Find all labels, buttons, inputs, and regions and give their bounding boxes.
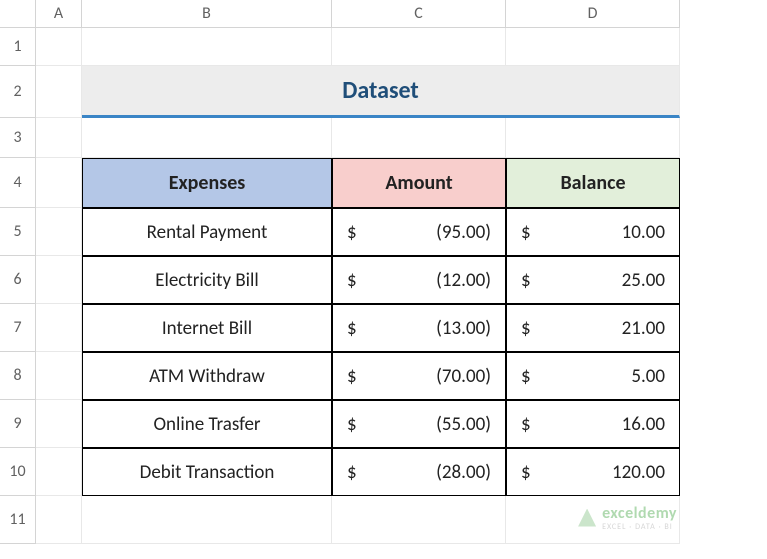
expense-1[interactable]: Electricity Bill <box>82 256 332 304</box>
corner-cell[interactable] <box>0 0 36 28</box>
expense-2[interactable]: Internet Bill <box>82 304 332 352</box>
row-header-9[interactable]: 9 <box>0 400 36 448</box>
amount-2[interactable]: $ (13.00) <box>332 304 506 352</box>
row-header-10[interactable]: 10 <box>0 448 36 496</box>
cell-D3[interactable] <box>506 118 680 158</box>
cell-A1[interactable] <box>36 28 82 66</box>
header-amount[interactable]: Amount <box>332 158 506 208</box>
dataset-title[interactable]: Dataset <box>82 66 680 118</box>
amount-value: (95.00) <box>436 221 491 244</box>
row-header-6[interactable]: 6 <box>0 256 36 304</box>
row-header-1[interactable]: 1 <box>0 28 36 66</box>
currency-symbol: $ <box>521 461 531 484</box>
cell-A4[interactable] <box>36 158 82 208</box>
watermark-tagline: EXCEL · DATA · BI <box>602 523 677 531</box>
balance-4[interactable]: $16.00 <box>506 400 680 448</box>
amount-1[interactable]: $ (12.00) <box>332 256 506 304</box>
balance-value: 21.00 <box>622 317 665 340</box>
cell-C11[interactable] <box>332 496 506 544</box>
col-header-D[interactable]: D <box>506 0 680 28</box>
row-header-8[interactable]: 8 <box>0 352 36 400</box>
balance-2[interactable]: $21.00 <box>506 304 680 352</box>
balance-value: 120.00 <box>612 461 665 484</box>
row-header-7[interactable]: 7 <box>0 304 36 352</box>
watermark-logo-icon <box>578 509 596 527</box>
balance-value: 10.00 <box>622 221 665 244</box>
col-header-C[interactable]: C <box>332 0 506 28</box>
col-header-B[interactable]: B <box>82 0 332 28</box>
row-header-2[interactable]: 2 <box>0 66 36 118</box>
currency-symbol: $ <box>521 317 531 340</box>
cell-A8[interactable] <box>36 352 82 400</box>
cell-B1[interactable] <box>82 28 332 66</box>
expense-4[interactable]: Online Trasfer <box>82 400 332 448</box>
amount-value: (70.00) <box>436 365 491 388</box>
amount-value: (12.00) <box>436 269 491 292</box>
row-header-5[interactable]: 5 <box>0 208 36 256</box>
amount-0[interactable]: $ (95.00) <box>332 208 506 256</box>
amount-value: (13.00) <box>436 317 491 340</box>
balance-0[interactable]: $10.00 <box>506 208 680 256</box>
header-balance[interactable]: Balance <box>506 158 680 208</box>
cell-A9[interactable] <box>36 400 82 448</box>
amount-3[interactable]: $ (70.00) <box>332 352 506 400</box>
balance-3[interactable]: $5.00 <box>506 352 680 400</box>
expense-3[interactable]: ATM Withdraw <box>82 352 332 400</box>
row-header-11[interactable]: 11 <box>0 496 36 544</box>
watermark-brand: exceldemy <box>602 504 677 523</box>
amount-value: (28.00) <box>436 461 491 484</box>
balance-1[interactable]: $25.00 <box>506 256 680 304</box>
amount-value: (55.00) <box>436 413 491 436</box>
cell-C3[interactable] <box>332 118 506 158</box>
cell-A6[interactable] <box>36 256 82 304</box>
cell-B3[interactable] <box>82 118 332 158</box>
header-expenses[interactable]: Expenses <box>82 158 332 208</box>
cell-B11[interactable] <box>82 496 332 544</box>
currency-symbol: $ <box>347 413 357 436</box>
spreadsheet: A B C D 1 2 Dataset 3 4 Expenses Amount … <box>0 0 767 544</box>
balance-value: 5.00 <box>631 365 665 388</box>
cell-A5[interactable] <box>36 208 82 256</box>
row-header-4[interactable]: 4 <box>0 158 36 208</box>
watermark: exceldemy EXCEL · DATA · BI <box>578 504 677 531</box>
amount-4[interactable]: $ (55.00) <box>332 400 506 448</box>
currency-symbol: $ <box>521 269 531 292</box>
cell-A2[interactable] <box>36 66 82 118</box>
currency-symbol: $ <box>521 365 531 388</box>
currency-symbol: $ <box>521 413 531 436</box>
balance-5[interactable]: $120.00 <box>506 448 680 496</box>
cell-C1[interactable] <box>332 28 506 66</box>
currency-symbol: $ <box>347 317 357 340</box>
balance-value: 16.00 <box>622 413 665 436</box>
col-header-A[interactable]: A <box>36 0 82 28</box>
cell-A11[interactable] <box>36 496 82 544</box>
amount-5[interactable]: $ (28.00) <box>332 448 506 496</box>
balance-value: 25.00 <box>622 269 665 292</box>
cell-A7[interactable] <box>36 304 82 352</box>
currency-symbol: $ <box>347 221 357 244</box>
expense-5[interactable]: Debit Transaction <box>82 448 332 496</box>
cell-D1[interactable] <box>506 28 680 66</box>
currency-symbol: $ <box>521 221 531 244</box>
cell-A3[interactable] <box>36 118 82 158</box>
currency-symbol: $ <box>347 365 357 388</box>
currency-symbol: $ <box>347 461 357 484</box>
currency-symbol: $ <box>347 269 357 292</box>
cell-A10[interactable] <box>36 448 82 496</box>
expense-0[interactable]: Rental Payment <box>82 208 332 256</box>
row-header-3[interactable]: 3 <box>0 118 36 158</box>
